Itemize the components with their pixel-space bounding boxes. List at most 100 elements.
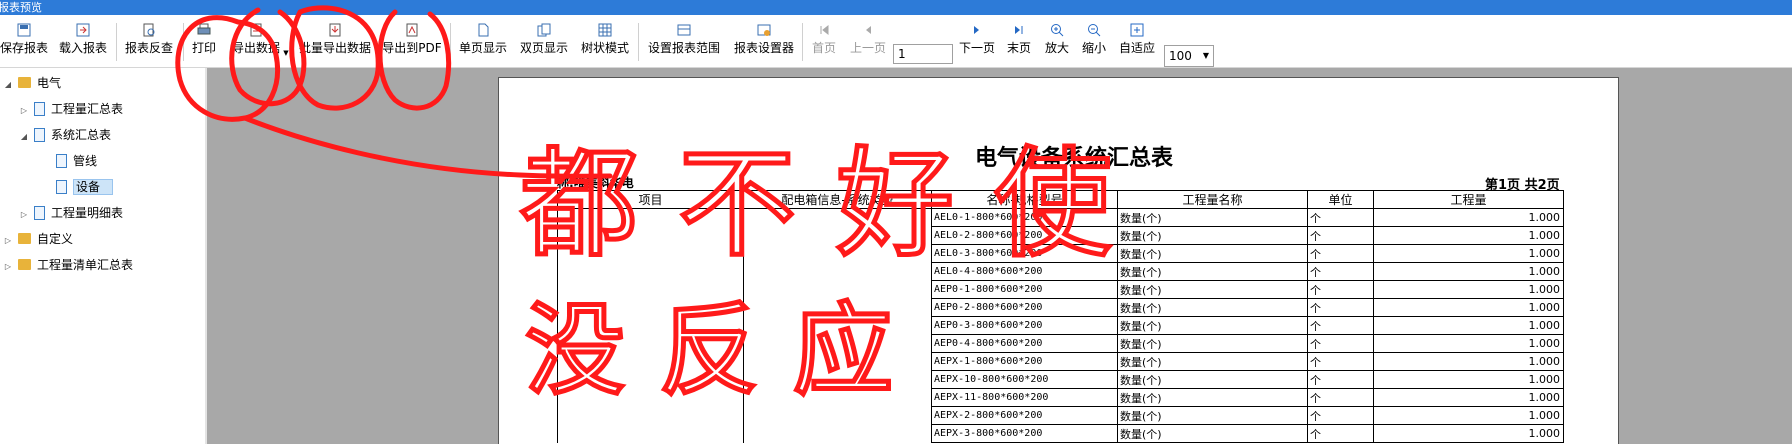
zoom-out-button[interactable]: 缩小 xyxy=(1078,23,1110,67)
double-page-button[interactable]: 双页显示 xyxy=(517,23,571,67)
quantity-name-cell: 数量(个) xyxy=(1117,298,1308,317)
batch-export-icon xyxy=(329,23,341,37)
save-report-button[interactable]: 保存报表 xyxy=(0,23,48,67)
quantity-name-cell: 数量(个) xyxy=(1117,388,1308,407)
spec-cell: AEPX-11-800*600*200 xyxy=(931,388,1118,407)
table-row: AEL0-3-800*600*200 数量(个) 个 1.000 xyxy=(557,244,1564,263)
set-report-range-button[interactable]: 设置报表范围 xyxy=(645,23,723,67)
spec-cell: AEP0-2-800*600*200 xyxy=(931,298,1118,317)
merged-cell xyxy=(743,334,932,353)
merged-cell xyxy=(557,388,744,407)
quantity-name-cell: 数量(个) xyxy=(1117,226,1308,245)
tree-item-quantity-detail[interactable]: ▷ 工程量明细表 xyxy=(18,202,123,224)
merged-cell xyxy=(743,262,932,281)
tree-item-system-summary[interactable]: ◢ 系统汇总表 xyxy=(18,124,111,146)
merged-cell xyxy=(557,280,744,299)
unit-cell: 个 xyxy=(1307,352,1374,371)
spec-cell: AEP0-4-800*600*200 xyxy=(931,334,1118,353)
zoom-select[interactable]: 100 ▼ xyxy=(1164,45,1214,67)
toolbar-separator xyxy=(292,23,293,61)
quantity-cell: 1.000 xyxy=(1373,424,1564,443)
merged-cell xyxy=(557,334,744,353)
table-row: AEL0-1-800*600*200 数量(个) 个 1.000 xyxy=(557,208,1564,227)
batch-export-button[interactable]: 批量导出数据 xyxy=(296,23,374,67)
expand-icon[interactable]: ▷ xyxy=(2,230,14,252)
quantity-name-cell: 数量(个) xyxy=(1117,280,1308,299)
merged-cell xyxy=(557,370,744,389)
toolbar-separator xyxy=(802,23,803,61)
single-page-icon xyxy=(478,23,489,37)
merged-cell xyxy=(743,388,932,407)
next-arrow-icon xyxy=(974,26,979,34)
expand-icon[interactable]: ▷ xyxy=(18,204,30,226)
spec-cell: AEPX-3-800*600*200 xyxy=(931,424,1118,443)
export-icon xyxy=(250,23,262,37)
tree-item-equipment[interactable]: 设备 xyxy=(40,176,114,198)
merged-cell xyxy=(743,406,932,425)
unit-cell: 个 xyxy=(1307,280,1374,299)
tree-mode-button[interactable]: 树状模式 xyxy=(578,23,632,67)
folder-icon xyxy=(18,77,31,88)
spec-cell: AEL0-3-800*600*200 xyxy=(931,244,1118,263)
table-row: AEP0-2-800*600*200 数量(个) 个 1.000 xyxy=(557,298,1564,317)
quantity-cell: 1.000 xyxy=(1373,352,1564,371)
column-header: 配电箱信息-系统类型 xyxy=(743,190,932,209)
printer-icon xyxy=(197,23,211,35)
tree-item-quantity-summary[interactable]: ▷ 工程量汇总表 xyxy=(18,98,123,120)
tree-item-pipeline[interactable]: 管线 xyxy=(40,150,97,172)
table-row: AEP0-1-800*600*200 数量(个) 个 1.000 xyxy=(557,280,1564,299)
document-icon xyxy=(34,127,45,142)
fit-icon xyxy=(1130,23,1144,37)
print-button[interactable]: 打印 xyxy=(188,23,220,67)
folder-icon xyxy=(18,233,31,244)
toolbar-separator xyxy=(450,23,451,61)
quantity-name-cell: 数量(个) xyxy=(1117,424,1308,443)
single-page-button[interactable]: 单页显示 xyxy=(456,23,510,67)
tree-item-electrical[interactable]: ◢ 电气 xyxy=(2,72,61,94)
report-settings-button[interactable]: 报表设置器 xyxy=(731,23,797,67)
zoom-in-button[interactable]: 放大 xyxy=(1041,23,1073,67)
spec-cell: AEP0-3-800*600*200 xyxy=(931,316,1118,335)
export-data-button[interactable]: 导出数据 xyxy=(228,23,284,67)
unit-cell: 个 xyxy=(1307,388,1374,407)
merged-cell xyxy=(557,406,744,425)
prev-page-button[interactable]: 上一页 xyxy=(846,23,890,67)
unit-cell: 个 xyxy=(1307,424,1374,443)
merged-cell xyxy=(743,226,932,245)
quantity-name-cell: 数量(个) xyxy=(1117,406,1308,425)
merged-cell xyxy=(557,352,744,371)
settings-icon xyxy=(757,24,771,36)
tree-item-bill-summary[interactable]: ▷ 工程量清单汇总表 xyxy=(2,254,133,276)
report-reverse-button[interactable]: 报表反查 xyxy=(122,23,176,67)
merged-cell xyxy=(557,262,744,281)
expand-icon[interactable]: ▷ xyxy=(18,100,30,122)
report-table: 项目 配电箱信息-系统类型 名称-规格型号 工程量名称 单位 工程量 AEL0-… xyxy=(557,190,1564,443)
collapse-icon[interactable]: ◢ xyxy=(18,126,30,148)
quantity-name-cell: 数量(个) xyxy=(1117,334,1308,353)
first-page-button[interactable]: 首页 xyxy=(808,23,840,67)
quantity-cell: 1.000 xyxy=(1373,244,1564,263)
load-report-button[interactable]: 载入报表 xyxy=(56,23,110,67)
quantity-cell: 1.000 xyxy=(1373,226,1564,245)
expand-icon[interactable]: ▷ xyxy=(2,256,14,278)
last-page-button[interactable]: 末页 xyxy=(1003,23,1035,67)
collapse-icon[interactable]: ◢ xyxy=(2,74,14,96)
unit-cell: 个 xyxy=(1307,298,1374,317)
fit-button[interactable]: 自适应 xyxy=(1116,23,1158,67)
next-page-button[interactable]: 下一页 xyxy=(956,23,998,67)
column-header: 单位 xyxy=(1307,190,1374,209)
merged-cell xyxy=(557,226,744,245)
export-pdf-button[interactable]: 导出到PDF xyxy=(380,23,444,67)
quantity-cell: 1.000 xyxy=(1373,316,1564,335)
page-number-input[interactable] xyxy=(893,44,953,64)
tree-item-custom[interactable]: ▷ 自定义 xyxy=(2,228,73,250)
table-row: AEP0-4-800*600*200 数量(个) 个 1.000 xyxy=(557,334,1564,353)
spec-cell: AEP0-1-800*600*200 xyxy=(931,280,1118,299)
unit-cell: 个 xyxy=(1307,262,1374,281)
table-row: AEP0-3-800*600*200 数量(个) 个 1.000 xyxy=(557,316,1564,335)
table-row: AEPX-1-800*600*200 数量(个) 个 1.000 xyxy=(557,352,1564,371)
quantity-name-cell: 数量(个) xyxy=(1117,262,1308,281)
grid-icon xyxy=(598,23,612,37)
document-icon xyxy=(56,179,67,194)
merged-cell xyxy=(557,244,744,263)
